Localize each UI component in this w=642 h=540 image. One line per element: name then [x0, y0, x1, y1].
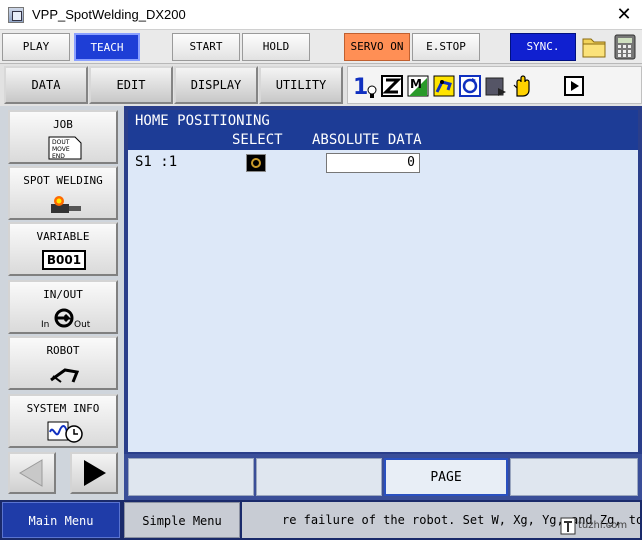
play-mode-icon: [484, 72, 508, 100]
job-icon: DOUT MOVE END: [47, 136, 83, 160]
menu-edit[interactable]: EDIT: [89, 66, 173, 104]
sidebar-item-label: SYSTEM INFO: [26, 402, 100, 415]
sidebar-item-in-out[interactable]: IN/OUT In Out: [8, 280, 118, 334]
main-panel: HOME POSITIONING SELECT ABSOLUTE DATA S1…: [124, 106, 642, 454]
cycle-icon: [458, 72, 482, 100]
estop-button[interactable]: E.STOP: [412, 33, 480, 61]
sync-button[interactable]: SYNC.: [510, 33, 576, 61]
mode-bar: PLAY TEACH START HOLD SERVO ON E.STOP SY…: [0, 30, 642, 64]
select-radio[interactable]: [246, 154, 266, 172]
servo-on-button[interactable]: SERVO ON: [344, 33, 410, 61]
status-icons: 1 M: [347, 66, 642, 104]
simple-menu-button[interactable]: Simple Menu: [124, 502, 240, 538]
title-bar: VPP_SpotWelding_DX200 ✕: [0, 0, 642, 30]
menu-bar: DATA EDIT DISPLAY UTILITY 1 M: [0, 64, 642, 106]
robot-icon: [47, 362, 83, 386]
close-icon[interactable]: ✕: [610, 2, 638, 28]
sidebar-item-variable[interactable]: VARIABLE B001: [8, 222, 118, 276]
manual-speed-icon: M: [406, 72, 430, 100]
axis-label: S1 :1: [135, 154, 178, 170]
menu-data[interactable]: DATA: [4, 66, 88, 104]
softkey-4[interactable]: [510, 458, 638, 496]
variable-icon: B001: [38, 248, 90, 272]
page-back-button[interactable]: [8, 452, 56, 494]
svg-text:M: M: [410, 77, 422, 91]
menu-display[interactable]: DISPLAY: [174, 66, 258, 104]
edit-lock-icon: [380, 72, 404, 100]
svg-text:MOVE: MOVE: [52, 146, 70, 153]
sidebar-item-job[interactable]: JOB DOUT MOVE END: [8, 110, 118, 164]
sidebar-item-robot[interactable]: ROBOT: [8, 336, 118, 390]
sidebar-item-system-info[interactable]: SYSTEM INFO: [8, 394, 118, 448]
bottom-bar: Main Menu Simple Menu re failure of the …: [0, 500, 642, 540]
column-absolute-data: ABSOLUTE DATA: [312, 132, 422, 148]
folder-icon[interactable]: [581, 33, 607, 61]
sidebar-item-label: IN/OUT: [43, 288, 83, 301]
svg-text:tuzhi.com: tuzhi.com: [578, 520, 627, 531]
absolute-data-field[interactable]: 0: [326, 153, 420, 173]
calculator-icon[interactable]: [612, 33, 638, 61]
status-number: 1: [353, 75, 368, 100]
sidebar-item-label: VARIABLE: [36, 230, 90, 243]
page-button[interactable]: PAGE: [384, 458, 508, 496]
hold-button[interactable]: HOLD: [242, 33, 310, 61]
sidebar-item-label: JOB: [53, 118, 73, 131]
coordinate-icon: 1: [352, 72, 378, 100]
watermark-logo: tuzhi.com: [560, 514, 640, 538]
panel-header: HOME POSITIONING SELECT ABSOLUTE DATA: [128, 110, 638, 150]
app-icon: [8, 7, 24, 23]
softkey-1[interactable]: [128, 458, 254, 496]
svg-text:DOUT: DOUT: [52, 139, 70, 146]
variable-badge: B001: [42, 250, 86, 270]
play-button[interactable]: PLAY: [2, 33, 70, 61]
softkey-2[interactable]: [256, 458, 382, 496]
sidebar-nav: [8, 452, 118, 494]
triangle-right-icon: [84, 460, 106, 486]
sidebar-item-spot-welding[interactable]: SPOT WELDING: [8, 166, 118, 220]
spot-welding-icon: [47, 192, 83, 216]
triangle-left-icon: [19, 459, 43, 487]
system-info-icon: [47, 420, 83, 444]
main-menu-button[interactable]: Main Menu: [2, 502, 120, 538]
window-title: VPP_SpotWelding_DX200: [32, 7, 186, 22]
sidebar-item-label: SPOT WELDING: [23, 174, 103, 187]
column-select: SELECT: [232, 132, 283, 148]
next-page-icon[interactable]: [562, 72, 586, 100]
robot-arm-icon: [432, 72, 456, 100]
sidebar: JOB DOUT MOVE END SPOT WELDING VARIABLE …: [0, 106, 124, 500]
hand-icon: [510, 72, 534, 100]
teach-button[interactable]: TEACH: [74, 33, 140, 61]
in-out-icon: In Out: [38, 306, 92, 330]
softkey-bar: PAGE: [124, 454, 642, 500]
start-button[interactable]: START: [172, 33, 240, 61]
svg-text:END: END: [52, 153, 65, 160]
sidebar-item-label: ROBOT: [46, 344, 80, 357]
menu-utility[interactable]: UTILITY: [259, 66, 343, 104]
home-positioning-panel: HOME POSITIONING SELECT ABSOLUTE DATA S1…: [128, 110, 638, 452]
page-forward-button[interactable]: [70, 452, 118, 494]
page-title: HOME POSITIONING: [135, 113, 270, 129]
